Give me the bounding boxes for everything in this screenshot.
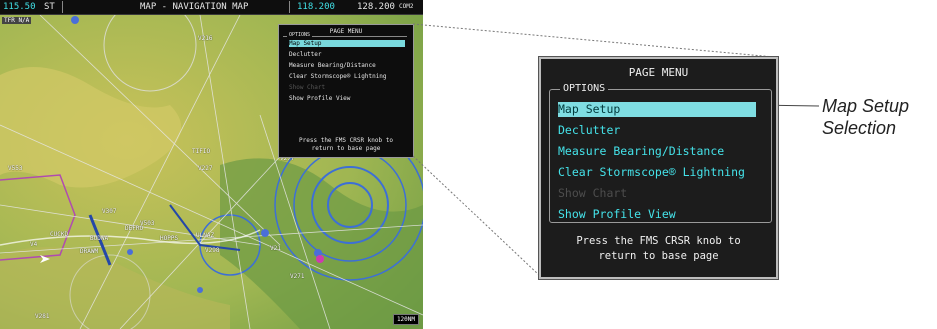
small-menu-item-map-setup[interactable]: Map Setup [289,40,405,47]
small-options-label: OPTIONS [287,32,313,38]
map-label: V271 [290,273,305,280]
map-waypoint-label: DRAWM [80,248,99,255]
menu-hint: Press the FMS CRSR knob to return to bas… [541,234,776,264]
page-title: MAP - NAVIGATION MAP [140,2,249,12]
small-menu-hint: Press the FMS CRSR knob to return to bas… [279,137,413,153]
map-waypoint-label: ULNAZ [196,232,215,239]
map-label: V503 [140,220,155,227]
map-label: V298 [205,247,220,254]
callout-line-2: Selection [822,118,897,138]
map-waypoint-label: TIFIO [192,148,211,155]
header-left-value: 115.50 [3,2,36,12]
map-label: V553 [8,165,23,172]
small-menu-item-stormscope[interactable]: Clear Stormscope® Lightning [289,73,387,80]
small-options-group: OPTIONS Map Setup Declutter Measure Bear… [283,32,407,109]
small-hint-line: Press the FMS CRSR knob to [299,137,393,144]
com-standby-frequency: 128.200 [357,2,395,12]
map-label: V227 [198,165,213,172]
map-waypoint-label: BUDWA [90,235,109,242]
map-scale: 120NM [392,314,419,325]
small-page-menu: PAGE MENU OPTIONS Map Setup Declutter Me… [278,24,414,158]
menu-item-measure-bearing-distance[interactable]: Measure Bearing/Distance [558,144,758,159]
navigation-map-screen: 115.50 ST MAP - NAVIGATION MAP 118.200 1… [0,0,423,329]
small-menu-item-measure[interactable]: Measure Bearing/Distance [289,62,376,69]
terrain-status-label: TFR N/A [2,17,32,24]
screen-header-bar: 115.50 ST MAP - NAVIGATION MAP 118.200 1… [0,0,423,15]
map-label: V281 [35,313,50,320]
page-menu-window: PAGE MENU OPTIONS Map Setup Declutter Me… [539,57,778,279]
menu-hint-line-1: Press the FMS CRSR knob to [576,235,741,247]
map-waypoint-label: HOPPS [160,235,179,242]
callout-line-1: Map Setup [822,96,910,116]
header-left-suffix: ST [44,2,55,12]
com-active-frequency: 118.200 [297,2,335,12]
small-hint-line: return to base page [311,145,381,152]
options-group: OPTIONS Map Setup Declutter Measure Bear… [549,83,772,223]
map-label: V21 [270,245,281,252]
options-group-label: OPTIONS [560,83,609,94]
menu-item-show-profile-view[interactable]: Show Profile View [558,207,758,222]
map-label: V216 [198,35,213,42]
menu-item-map-setup[interactable]: Map Setup [558,102,756,117]
callout-label: Map Setup Selection [822,95,909,139]
small-menu-item-declutter[interactable]: Declutter [289,51,322,58]
small-menu-item-profile[interactable]: Show Profile View [289,95,350,102]
map-waypoint-label: CUCKD [50,231,69,238]
small-menu-item-show-chart: Show Chart [289,84,326,91]
map-label: V4 [30,241,38,248]
page-menu-title: PAGE MENU [628,66,689,79]
menu-hint-line-2: return to base page [598,250,719,262]
menu-item-clear-stormscope-lightning[interactable]: Clear Stormscope® Lightning [558,165,758,180]
menu-item-declutter[interactable]: Declutter [558,123,758,138]
com-label: COM2 [399,3,414,10]
map-label: V307 [102,208,117,215]
menu-item-show-chart: Show Chart [558,186,628,200]
